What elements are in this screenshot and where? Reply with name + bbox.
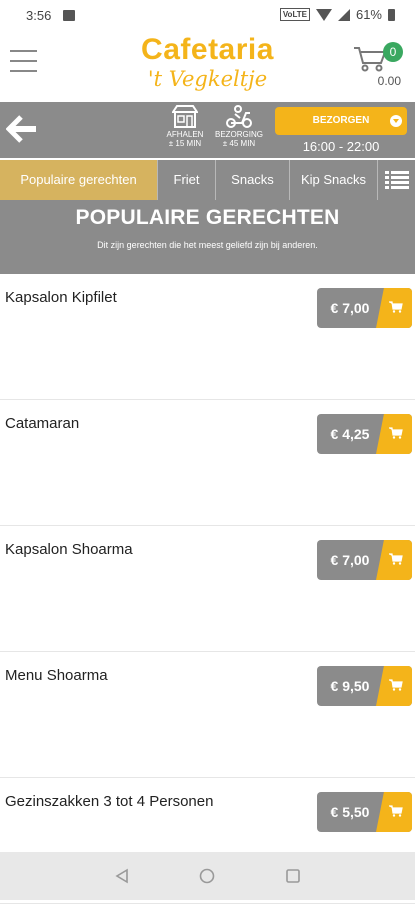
opening-hours: 16:00 - 22:00 [302,139,380,154]
logo: Cafetaria 't Vegkeltje [130,34,285,92]
tab-kip-snacks[interactable]: Kip Snacks [290,160,378,200]
item-name: Gezinszakken 3 tot 4 Personen [5,793,214,810]
delivery-bar: AFHALEN ± 15 MIN BEZORGING ± 45 MIN BEZO… [0,102,415,158]
item-name: Menu Shoarma [5,667,108,684]
delivery-mode-dropdown[interactable]: BEZORGEN [275,107,407,135]
cart-count-badge: 0 [383,42,403,62]
logo-title: Cafetaria [141,33,274,66]
delivery-mode-label: BEZORGEN [312,115,370,126]
cart-icon [389,553,403,565]
list-item: Catamaran € 4,25 [0,400,415,526]
list-item: Kapsalon Kipfilet € 7,00 [0,274,415,400]
item-price: € 7,00 [330,552,370,568]
add-to-cart-button[interactable]: € 5,50 [317,792,412,832]
bezorging-label: BEZORGING [214,130,263,139]
status-icons: VoLTE 61% [279,7,395,22]
add-to-cart-button[interactable]: € 4,25 [317,414,412,454]
back-icon[interactable] [114,868,130,884]
cart-total: 0.00 [377,74,401,88]
battery-percentage: 61% [355,7,382,22]
add-to-cart-button[interactable]: € 7,00 [317,288,412,328]
cart-icon [389,805,403,817]
recents-icon[interactable] [285,868,301,884]
afhalen-option[interactable]: AFHALEN ± 15 MIN [157,104,213,148]
category-list-icon[interactable] [378,160,415,200]
scooter-icon [226,105,252,128]
item-name: Kapsalon Kipfilet [5,289,117,306]
item-name: Catamaran [5,415,80,432]
section-title: POPULAIRE GERECHTEN [75,206,340,229]
list-item: Menu Shoarma € 9,50 [0,652,415,778]
list-item: Kapsalon Shoarma € 7,00 [0,526,415,652]
section-subtitle: Dit zijn gerechten die het meest geliefd… [97,240,318,250]
system-nav-bar [0,852,415,900]
back-arrow-icon[interactable] [5,114,38,149]
cart-icon [354,47,387,72]
add-to-cart-button[interactable]: € 9,50 [317,666,412,706]
item-name: Kapsalon Shoarma [5,541,133,558]
cart-icon [389,427,403,439]
add-to-cart-button[interactable]: € 7,00 [317,540,412,580]
afhalen-label: AFHALEN [166,130,204,139]
item-price: € 7,00 [330,300,370,316]
store-icon [172,105,198,128]
home-icon[interactable] [199,868,215,884]
battery-icon [388,8,395,21]
app-header: Cafetaria 't Vegkeltje 0 0.00 [0,32,415,102]
cart-button[interactable]: 0 0.00 [353,38,403,88]
item-price: € 9,50 [330,678,370,694]
wifi-icon [315,8,332,21]
cart-icon [389,679,403,691]
chevron-down-icon [390,115,402,127]
afhalen-time: ± 15 MIN [168,139,202,148]
tab-populaire-gerechten[interactable]: Populaire gerechten [0,160,158,200]
item-price: € 4,25 [330,426,370,442]
product-list: Kapsalon Kipfilet € 7,00 Catamaran € 4,2… [0,274,415,904]
section-header: POPULAIRE GERECHTEN Dit zijn gerechten d… [0,200,415,274]
status-bar: 3:56 VoLTE 61% [0,0,415,32]
volte-icon: VoLTE [279,8,310,21]
item-price: € 5,50 [330,804,370,820]
status-time: 3:56 [26,8,52,23]
gallery-notification-icon [63,10,75,21]
tab-friet[interactable]: Friet [158,160,216,200]
signal-icon [337,8,350,21]
bezorging-option[interactable]: BEZORGING ± 45 MIN [211,104,267,148]
category-tabs: Populaire gerechten Friet Snacks Kip Sna… [0,160,415,200]
tab-snacks[interactable]: Snacks [216,160,290,200]
bezorging-time: ± 45 MIN [222,139,256,148]
cart-icon [389,301,403,313]
menu-icon[interactable] [10,50,37,72]
logo-subtitle: 't Vegkeltje [147,67,268,91]
